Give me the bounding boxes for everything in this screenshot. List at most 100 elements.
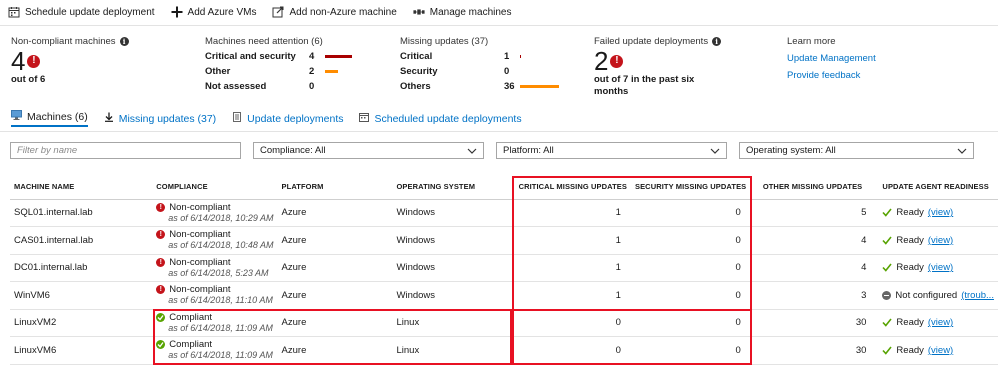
- col-critical-missing[interactable]: CRITICAL MISSING UPDATES: [508, 175, 631, 200]
- other-missing-cell: 5: [754, 199, 879, 227]
- machine-name[interactable]: WinVM6: [10, 281, 153, 310]
- tab-machines[interactable]: Machines (6): [11, 110, 88, 127]
- missing-rows: Critical 1 Security 0 Others 36: [400, 49, 559, 94]
- tab-label: Scheduled update deployments: [374, 112, 522, 125]
- readiness-link[interactable]: (view): [928, 345, 953, 356]
- summary-row[interactable]: Other 2: [205, 64, 352, 79]
- compliance-status: Non-compliant: [169, 201, 231, 213]
- noncompliant-sub: out of 6: [11, 74, 46, 85]
- agent-readiness-cell: Ready (view): [878, 226, 998, 255]
- other-missing-cell: 30: [754, 309, 879, 337]
- col-security-missing[interactable]: SECURITY MISSING UPDATES: [630, 175, 755, 200]
- info-icon[interactable]: i: [712, 37, 722, 46]
- readiness-link[interactable]: (view): [928, 207, 953, 218]
- col-compliance[interactable]: COMPLIANCE: [152, 175, 278, 200]
- readiness-status: Ready: [896, 262, 924, 274]
- readiness-status: Not configured: [895, 289, 958, 301]
- tab-label: Update deployments: [247, 112, 344, 125]
- col-operating-system[interactable]: OPERATING SYSTEM: [392, 175, 509, 200]
- update-management-link[interactable]: Update Management: [787, 53, 876, 64]
- readiness-link[interactable]: (view): [928, 317, 953, 328]
- list-icon: [232, 112, 242, 125]
- security-missing-cell: 0: [630, 336, 755, 365]
- table-row[interactable]: LinuxVM6 Compliant as of 6/14/2018, 11:09 …: [10, 336, 998, 365]
- summary-row-value: 2: [309, 66, 315, 77]
- machine-name[interactable]: DC01.internal.lab: [10, 254, 153, 282]
- col-other-missing[interactable]: OTHER MISSING UPDATES: [754, 175, 879, 200]
- tabs-divider: [0, 131, 998, 132]
- summary-row-value: 1: [504, 51, 510, 62]
- manage-label: Manage machines: [429, 6, 512, 18]
- manage-machines-button[interactable]: Manage machines: [413, 6, 512, 18]
- compliance-dropdown[interactable]: Compliance: All: [253, 142, 484, 159]
- add-azure-vms-button[interactable]: Add Azure VMs: [171, 6, 256, 18]
- summary-row[interactable]: Security 0: [400, 64, 559, 79]
- security-missing-cell: 0: [630, 281, 755, 310]
- tab-scheduled-update-deployments[interactable]: Scheduled update deployments: [359, 110, 522, 127]
- compliance-cell: ! Non-compliant as of 6/14/2018, 5:23 AM: [152, 254, 278, 282]
- compliance-date: as of 6/14/2018, 11:10 AM: [168, 295, 273, 306]
- summary-bar: [520, 55, 521, 58]
- summary-bar: [520, 85, 559, 88]
- error-icon: !: [610, 54, 624, 68]
- table-row[interactable]: WinVM6! Non-compliant as of 6/14/2018, 11:…: [10, 281, 998, 310]
- filter-by-name-field[interactable]: [10, 142, 241, 159]
- col-machine-name[interactable]: MACHINE NAME: [10, 175, 153, 200]
- security-missing-cell: 0: [630, 309, 755, 337]
- readiness-link[interactable]: (view): [928, 262, 953, 273]
- provide-feedback-link[interactable]: Provide feedback: [787, 70, 876, 81]
- tab-strip: Machines (6) Missing updates (37) Update…: [11, 110, 522, 127]
- readiness-link[interactable]: (view): [928, 235, 953, 246]
- table-row[interactable]: LinuxVM2 Compliant as of 6/14/2018, 11:09 …: [10, 309, 998, 337]
- machine-name[interactable]: LinuxVM2: [10, 309, 153, 337]
- operating-system-dropdown[interactable]: Operating system: All: [739, 142, 974, 159]
- table-row[interactable]: CAS01.internal.lab! Non-compliant as of 6/…: [10, 226, 998, 255]
- summary-row-label: Others: [400, 81, 431, 92]
- col-agent-readiness[interactable]: UPDATE AGENT READINESS: [878, 175, 998, 200]
- summary-row-value: 4: [309, 51, 315, 62]
- critical-missing-cell: 0: [508, 336, 631, 365]
- compliance-cell: Compliant as of 6/14/2018, 11:09 AM: [152, 309, 278, 337]
- agent-readiness-cell: Ready (view): [878, 254, 998, 282]
- summary-row[interactable]: Not assessed 0: [205, 79, 352, 94]
- compliance-cell: ! Non-compliant as of 6/14/2018, 10:29 AM: [152, 199, 278, 227]
- compliance-date: as of 6/14/2018, 11:09 AM: [168, 350, 273, 361]
- os-cell: Windows: [392, 199, 509, 227]
- col-platform[interactable]: PLATFORM: [277, 175, 393, 200]
- machine-name[interactable]: SQL01.internal.lab: [10, 199, 153, 227]
- missing-updates-tile[interactable]: Missing updates (37) Critical 1 Security 0 O…: [400, 36, 559, 94]
- machines-table-body: SQL01.internal.lab! Non-compliant as of 6/…: [10, 199, 998, 365]
- attention-tile[interactable]: Machines need attention (6) Critical and…: [205, 36, 352, 94]
- other-missing-cell: 30: [754, 336, 879, 365]
- summary-row[interactable]: Critical 1: [400, 49, 559, 64]
- table-row[interactable]: DC01.internal.lab! Non-compliant as of 6/1…: [10, 254, 998, 282]
- critical-missing-cell: 1: [508, 199, 631, 227]
- tab-label: Machines (6): [27, 110, 88, 123]
- computer-icon: [11, 110, 22, 123]
- schedule-update-deployment-button[interactable]: Schedule update deployment: [8, 6, 155, 18]
- other-missing-cell: 4: [754, 226, 879, 255]
- noncompliant-tile[interactable]: Non-compliant machines i 4 ! out of 6: [11, 36, 129, 85]
- security-missing-cell: 0: [630, 199, 755, 227]
- summary-row[interactable]: Others 36: [400, 79, 559, 94]
- info-icon[interactable]: i: [119, 37, 129, 46]
- noncompliant-value-row: 4 !: [11, 48, 129, 74]
- table-row[interactable]: SQL01.internal.lab! Non-compliant as of 6/…: [10, 199, 998, 227]
- agent-readiness-cell: Not configured (troub...: [878, 281, 998, 310]
- checkmark-icon: [882, 346, 893, 355]
- readiness-link[interactable]: (troub...: [961, 290, 994, 301]
- failed-deployments-tile[interactable]: Failed update deployments i 2 ! out of 7…: [594, 36, 744, 98]
- platform-cell: Azure: [277, 336, 393, 365]
- external-edit-icon: [272, 6, 284, 18]
- add-non-azure-machine-button[interactable]: Add non-Azure machine: [272, 6, 397, 18]
- platform-dropdown[interactable]: Platform: All: [496, 142, 727, 159]
- noncompliant-title: Non-compliant machines: [11, 36, 116, 47]
- tab-update-deployments[interactable]: Update deployments: [232, 110, 343, 127]
- machine-name[interactable]: CAS01.internal.lab: [10, 226, 153, 255]
- filter-by-name-input[interactable]: [17, 145, 234, 156]
- tab-missing-updates[interactable]: Missing updates (37): [104, 110, 216, 127]
- error-icon: !: [27, 54, 41, 68]
- machine-name[interactable]: LinuxVM6: [10, 336, 153, 365]
- summary-row[interactable]: Critical and security 4: [205, 49, 352, 64]
- error-icon: !: [156, 230, 166, 240]
